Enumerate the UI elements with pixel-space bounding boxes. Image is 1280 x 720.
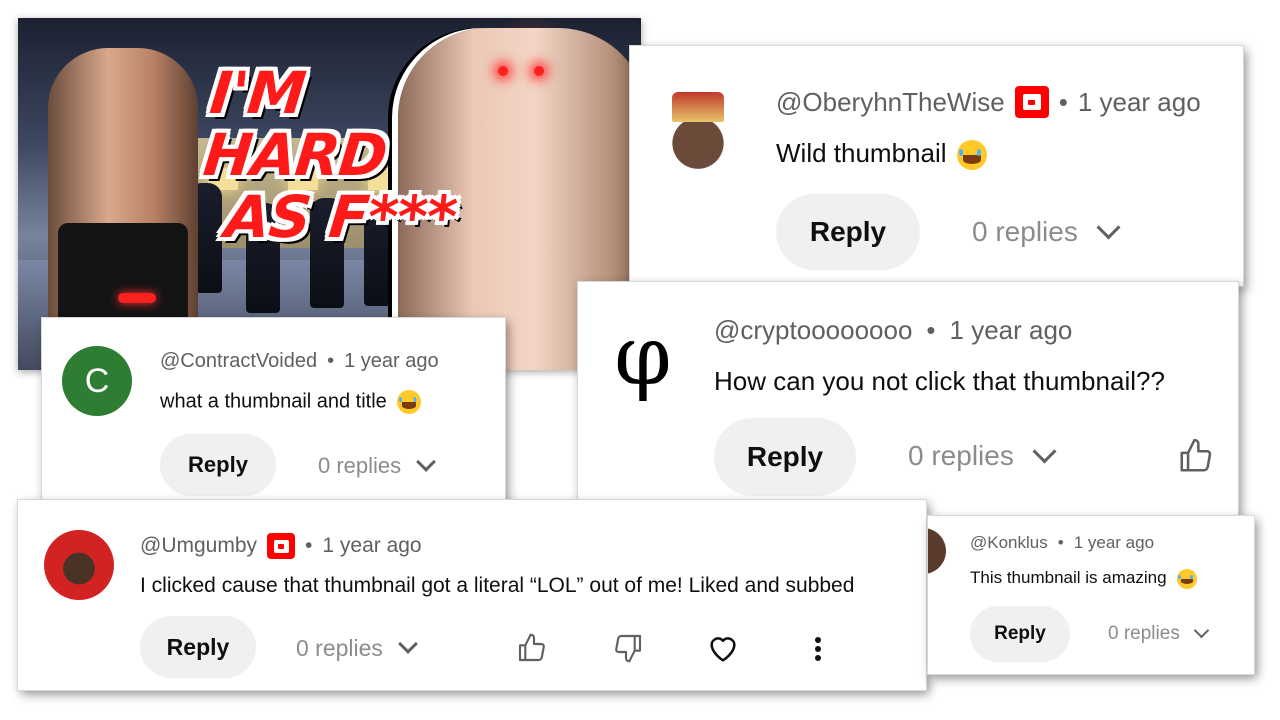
headline-line-1: I'M HARD <box>200 59 390 189</box>
separator-dot: • <box>327 349 335 372</box>
avatar[interactable]: φ <box>598 312 688 402</box>
chevron-down-icon <box>398 634 418 654</box>
avatar[interactable] <box>44 530 114 600</box>
comment-time[interactable]: 1 year ago <box>950 315 1073 346</box>
comment-text-content: This thumbnail is amazing <box>970 568 1167 587</box>
comment-meta: @OberyhnTheWise • 1 year ago <box>776 86 1201 118</box>
replies-toggle[interactable]: 0 replies <box>318 452 437 480</box>
laughing-tears-emoji-icon <box>396 390 421 414</box>
replies-toggle[interactable]: 0 replies <box>296 634 418 662</box>
replies-count: 0 replies <box>972 216 1078 247</box>
avatar[interactable] <box>928 528 946 574</box>
comment-author[interactable]: @Konklus <box>970 533 1048 553</box>
replies-toggle[interactable]: 0 replies <box>972 214 1121 250</box>
thumbnail-headline: I'M HARD AS F*** <box>194 59 484 251</box>
comment-meta: @cryptoooooooo • 1 year ago <box>714 314 1072 346</box>
avatar[interactable]: C <box>62 346 132 416</box>
separator-dot: • <box>1058 86 1068 117</box>
more-options-icon[interactable] <box>800 628 836 670</box>
comment-author[interactable]: @OberyhnTheWise <box>776 87 1005 118</box>
comment-card-umgumby: @Umgumby • 1 year ago I clicked cause th… <box>18 500 926 690</box>
comment-text: I clicked cause that thumbnail got a lit… <box>140 574 855 597</box>
comment-card-konklus: @Konklus • 1 year ago This thumbnail is … <box>928 516 1254 674</box>
comment-card-contractvoided: C @ContractVoided • 1 year ago what a th… <box>42 318 505 506</box>
separator-dot: • <box>926 314 936 345</box>
glowing-eye <box>534 66 544 76</box>
separator-dot: • <box>305 534 313 557</box>
reply-button[interactable]: Reply <box>970 606 1070 662</box>
comment-text-content: Wild thumbnail <box>776 138 947 168</box>
avatar[interactable] <box>654 86 742 174</box>
comment-meta: @Konklus • 1 year ago <box>970 532 1154 554</box>
comment-time[interactable]: 1 year ago <box>322 534 421 558</box>
headline-line-2: AS F*** <box>221 183 460 251</box>
comment-time[interactable]: 1 year ago <box>1078 87 1201 118</box>
crown-icon <box>672 92 724 122</box>
comment-card-oberyhn: @OberyhnTheWise • 1 year ago Wild thumbn… <box>630 46 1243 286</box>
heart-icon[interactable] <box>702 628 744 670</box>
reply-button[interactable]: Reply <box>776 194 920 270</box>
like-thumb-icon[interactable] <box>1174 434 1218 478</box>
dislike-thumb-icon[interactable] <box>608 628 648 668</box>
replies-count: 0 replies <box>318 453 402 478</box>
comment-text: what a thumbnail and title <box>160 390 421 414</box>
member-badge-icon <box>267 533 296 559</box>
comment-author[interactable]: @Umgumby <box>140 534 257 558</box>
comment-text: How can you not click that thumbnail?? <box>714 366 1165 396</box>
chevron-down-icon <box>416 452 437 472</box>
chevron-down-icon <box>1193 622 1210 639</box>
glowing-eye <box>498 66 508 76</box>
chevron-down-icon <box>1032 438 1057 464</box>
comment-time[interactable]: 1 year ago <box>1074 533 1154 553</box>
thumbnail-red-glow <box>118 293 156 303</box>
comment-text-content: what a thumbnail and title <box>160 390 387 413</box>
separator-dot: • <box>1057 533 1064 552</box>
chevron-down-icon <box>1096 214 1121 240</box>
like-thumb-icon[interactable] <box>512 628 552 668</box>
reply-button[interactable]: Reply <box>714 418 856 496</box>
laughing-tears-emoji-icon <box>956 140 987 171</box>
replies-count: 0 replies <box>908 440 1014 471</box>
replies-toggle[interactable]: 0 replies <box>1108 622 1210 646</box>
replies-count: 0 replies <box>296 634 383 661</box>
comment-text: Wild thumbnail <box>776 138 987 171</box>
comment-meta: @ContractVoided • 1 year ago <box>160 348 439 374</box>
reply-button[interactable]: Reply <box>160 434 276 496</box>
comment-author[interactable]: @cryptoooooooo <box>714 315 912 346</box>
laughing-tears-emoji-icon <box>1176 568 1197 589</box>
comment-meta: @Umgumby • 1 year ago <box>140 532 422 560</box>
reply-button[interactable]: Reply <box>140 616 256 678</box>
comment-text: This thumbnail is amazing <box>970 568 1197 589</box>
member-badge-icon <box>1014 86 1049 118</box>
comment-card-crypto: φ @cryptoooooooo • 1 year ago How can yo… <box>578 282 1238 518</box>
replies-count: 0 replies <box>1108 623 1180 644</box>
comment-author[interactable]: @ContractVoided <box>160 350 317 373</box>
comment-time[interactable]: 1 year ago <box>344 350 439 373</box>
replies-toggle[interactable]: 0 replies <box>908 438 1057 474</box>
